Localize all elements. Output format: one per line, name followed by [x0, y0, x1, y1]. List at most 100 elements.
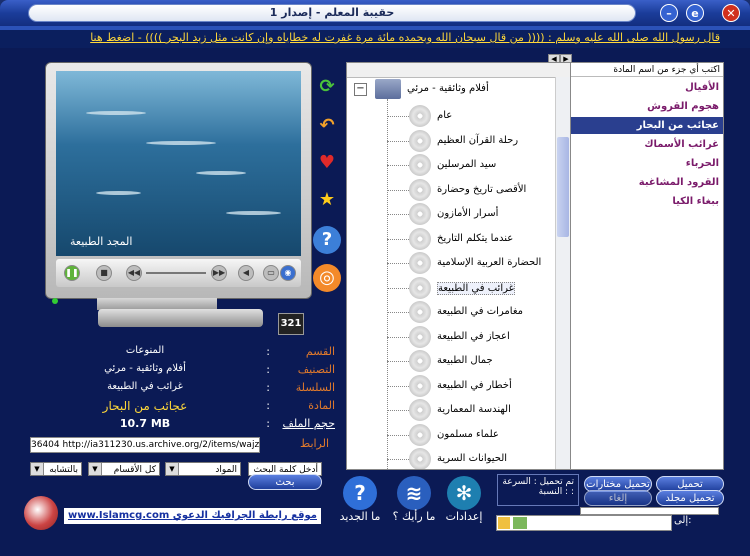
status-dot [52, 298, 58, 304]
favorite-add-icon[interactable]: ♥ [313, 149, 341, 177]
fish-shape [146, 141, 216, 145]
tree-item[interactable]: الحضارة العربية الإسلامية [387, 252, 557, 276]
tree-item[interactable]: عام [387, 105, 557, 129]
stop-button[interactable]: ■ [96, 265, 112, 281]
folder-open-icon[interactable] [513, 517, 527, 529]
video-screen[interactable]: المجد الطبيعة [56, 71, 301, 256]
tree-item[interactable]: أخطار في الطبيعة [387, 374, 557, 399]
tree-connector [387, 214, 409, 215]
info-label: المادة [308, 399, 335, 412]
fish-shape [86, 111, 146, 115]
tree-item[interactable]: عندما يتكلم التاريخ [387, 227, 557, 252]
refresh-icon[interactable]: ⟳ [313, 73, 341, 101]
list-item[interactable]: هجوم القروش [571, 98, 723, 115]
rewind-button[interactable]: ◀◀ [126, 265, 142, 281]
site-link[interactable]: www.Islamcg.com موقع رابطة الجرافيك الدع… [64, 508, 321, 524]
tree-item-label: عام [437, 110, 453, 121]
tree-item-label: الأقصى تاريخ وحضارة [437, 183, 527, 195]
feedback-button[interactable]: ≋ ما رأيك ؟ [388, 476, 440, 532]
list-filter-input[interactable]: اكتب أي جزء من اسم المادة [571, 63, 723, 77]
url-value: http://ia311230.us.archive.org/2/items/w… [62, 440, 260, 450]
colon: : [266, 417, 270, 430]
material-select[interactable]: ▼ المواد [165, 462, 241, 476]
tree-connector [387, 238, 409, 240]
settings-button[interactable]: ✻ إعدادات [438, 476, 490, 532]
forward-button[interactable]: ▶▶ [211, 265, 227, 281]
save-path-field[interactable] [496, 515, 672, 531]
list-item[interactable]: غرائب الأسماك [571, 136, 723, 153]
close-button[interactable]: ✕ [722, 4, 740, 22]
colon: : [266, 345, 270, 358]
disc-icon [409, 105, 431, 127]
download-folder-button[interactable]: تحميل مجلد [656, 490, 724, 506]
disc-icon [409, 325, 431, 348]
list-item[interactable]: القرود المشاغبة [571, 174, 723, 191]
list-item[interactable]: الأفيال [571, 79, 723, 96]
tree-connector [387, 287, 409, 289]
tree-root-label[interactable]: أفلام وثائقية - مرئي [407, 83, 489, 94]
info-row-series: السلسلة : غرائب في الطبيعة [30, 381, 335, 399]
tree-item-label: جمال الطبيعة [437, 355, 493, 366]
settings-icon: ✻ [447, 476, 481, 510]
tree-item[interactable]: اعجاز في الطبيعة [387, 325, 557, 350]
disc-icon [409, 399, 431, 421]
list-item[interactable]: الحرباء [571, 155, 723, 172]
help-icon[interactable]: ? [313, 226, 341, 254]
tree-connector [387, 410, 409, 411]
disc-icon [409, 350, 431, 372]
collapse-toggle[interactable]: − [354, 83, 367, 96]
disc-icon [409, 252, 431, 274]
tree-connector [387, 361, 409, 362]
title-bar: حقيبة المعلم - إصدار 1 – e ✕ [0, 0, 750, 26]
tree-connector [387, 336, 409, 338]
list-item[interactable]: عجائب من البحار [571, 117, 723, 134]
tree-item[interactable]: غرائب في الطبيعة [387, 276, 557, 301]
tree-item-label: غرائب في الطبيعة [437, 281, 515, 295]
tree-item[interactable]: رحلة القرآن العظيم [387, 129, 557, 154]
tree-item-label: الهندسة المعمارية [437, 404, 511, 415]
fullscreen-button[interactable]: ▭ [263, 265, 279, 281]
url-label: الرابط [300, 437, 330, 450]
tree-item[interactable]: علماء مسلمون [387, 423, 557, 448]
undo-icon[interactable]: ↶ [313, 112, 341, 140]
url-field[interactable]: 36404 http://ia311230.us.archive.org/2/i… [30, 437, 260, 453]
view-icon[interactable]: ◉ [280, 265, 296, 281]
search-button[interactable]: بحث [248, 474, 322, 490]
tree-item[interactable]: أسرار الأمازون [387, 203, 557, 227]
tree-item[interactable]: مغامرات في الطبيعة [387, 301, 557, 325]
star-icon[interactable]: ★ [313, 186, 341, 214]
minimize-button[interactable]: – [660, 4, 678, 22]
seek-slider[interactable] [146, 272, 206, 274]
badge-321[interactable]: 321 [278, 313, 304, 335]
tree-item-label: علماء مسلمون [437, 428, 499, 440]
scroll-thumb[interactable] [557, 137, 569, 237]
tree-connector [387, 312, 409, 313]
tree-connector [387, 116, 409, 117]
home-icon[interactable] [498, 517, 510, 529]
tree-item-label: اعجاز في الطبيعة [437, 330, 510, 342]
question-icon: ? [343, 476, 377, 510]
tree-header [347, 63, 571, 78]
tree-item[interactable]: سيد المرسلين [387, 154, 557, 178]
tree-connector [387, 165, 409, 166]
cancel-button[interactable]: إلغاء [584, 490, 652, 506]
hadith-ticker[interactable]: قال رسول الله صلى الله عليه وسلم : (((( … [30, 30, 720, 46]
whats-new-button[interactable]: ? ما الجديد [334, 476, 386, 532]
tree-item[interactable]: الهندسة المعمارية [387, 399, 557, 423]
disc-icon [409, 276, 431, 299]
books-icon: ≋ [397, 476, 431, 510]
tree-scrollbar[interactable] [555, 77, 570, 469]
volume-icon[interactable]: ◀ [238, 265, 254, 281]
play-pause-button[interactable]: ❚❚ [64, 265, 80, 281]
tree-item[interactable]: الأقصى تاريخ وحضارة [387, 178, 557, 203]
match-select[interactable]: ▼ بالتشابه [30, 462, 82, 476]
material-list: اكتب أي جزء من اسم المادة الأفيال هجوم ال… [570, 62, 724, 470]
help-button[interactable]: e [686, 4, 704, 22]
tree-item[interactable]: الحيوانات السرية [387, 448, 557, 469]
url-id: 36404 [31, 440, 60, 450]
stop-icon[interactable]: ◎ [313, 264, 341, 292]
list-item[interactable]: ببغاء الكيا [571, 193, 723, 210]
section-select[interactable]: ▼ كل الأقسام [88, 462, 160, 476]
tree-item[interactable]: جمال الطبيعة [387, 350, 557, 374]
channel-logo: المجد الطبيعة [70, 235, 133, 248]
